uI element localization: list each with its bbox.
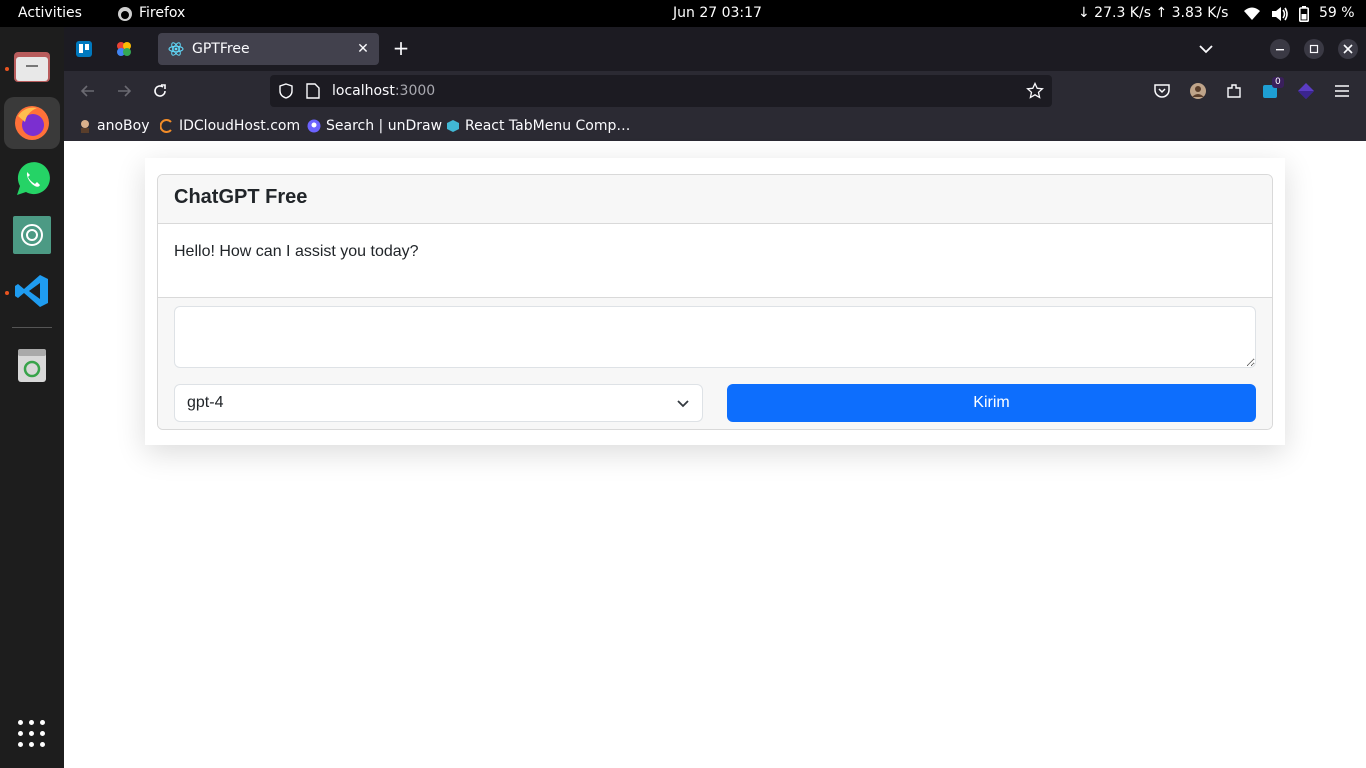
reload-icon — [154, 84, 166, 97]
tab-gptfree[interactable]: GPTFree ✕ — [158, 33, 379, 65]
arrow-left-icon — [80, 85, 94, 97]
puzzle-icon — [1227, 84, 1241, 98]
dock-app-firefox[interactable] — [4, 97, 60, 149]
minimize-button[interactable] — [1270, 39, 1290, 59]
system-tray[interactable]: 59 % — [1243, 0, 1355, 27]
pocket-icon — [1154, 84, 1170, 98]
idcloudhost-favicon — [160, 119, 172, 133]
model-select[interactable]: gpt-4 — [174, 384, 703, 422]
url-port: :3000 — [394, 83, 436, 99]
restore-icon — [1309, 44, 1319, 54]
chatgpt-icon — [13, 216, 51, 254]
dock-app-files[interactable] — [4, 41, 60, 93]
extension-purple[interactable] — [1294, 79, 1318, 103]
show-apps-button[interactable] — [18, 720, 46, 748]
card-footer: gpt-4 Kirim — [158, 297, 1272, 429]
bookmark-react-tabmenu[interactable]: React TabMenu Comp… — [446, 111, 630, 141]
react-icon — [168, 42, 184, 56]
shield-icon[interactable] — [278, 83, 294, 99]
account-button[interactable] — [1186, 79, 1210, 103]
address-bar[interactable]: localhost:3000 — [270, 75, 1052, 107]
page-viewport: ChatGPT Free Hello! How can I assist you… — [64, 141, 1366, 768]
anoboy-favicon — [81, 120, 89, 133]
dock-app-trash[interactable] — [4, 339, 60, 391]
dock-separator — [12, 327, 52, 328]
pinned-tab-trello[interactable] — [68, 33, 100, 65]
menu-button[interactable] — [1330, 79, 1354, 103]
chat-messages: Hello! How can I assist you today? — [158, 224, 1272, 297]
pinwheel-icon — [117, 42, 131, 56]
chevron-down-icon[interactable] — [1194, 39, 1218, 59]
wifi-icon — [1244, 7, 1260, 20]
pinned-tab-photos[interactable] — [108, 33, 140, 65]
chat-card: ChatGPT Free Hello! How can I assist you… — [157, 174, 1273, 430]
close-tab-icon[interactable]: ✕ — [355, 41, 371, 57]
avatar-icon — [1190, 83, 1206, 99]
bookmark-label: IDCloudHost.com — [179, 118, 301, 134]
clock[interactable]: Jun 27 03:17 — [673, 0, 762, 27]
minimize-icon — [1276, 49, 1284, 51]
bookmarks-toolbar: anoBoy IDCloudHost.com Search | unDraw R… — [64, 111, 1366, 141]
battery-percent: 59 % — [1319, 5, 1355, 21]
vscode-icon — [15, 275, 48, 307]
battery-icon — [1299, 5, 1309, 22]
network-speed-indicator[interactable]: ↓ 27.3 K/s ↑ 3.83 K/s — [1078, 0, 1228, 27]
firefox-icon — [15, 106, 49, 140]
dock-app-chatgpt[interactable] — [4, 209, 60, 261]
back-button[interactable] — [76, 79, 100, 103]
page-title: ChatGPT Free — [174, 186, 308, 208]
undraw-favicon — [307, 119, 321, 133]
extension-react-devtools[interactable]: 0 — [1258, 77, 1284, 103]
extensions-button[interactable] — [1222, 79, 1246, 103]
react-tabmenu-favicon — [447, 120, 459, 132]
browser-tab-bar: GPTFree ✕ + — [64, 27, 1366, 71]
bookmark-label: React TabMenu Comp… — [465, 118, 631, 134]
tab-title: GPTFree — [192, 41, 250, 57]
bookmark-label: Search | unDraw — [326, 118, 443, 134]
dock-app-whatsapp[interactable] — [4, 153, 60, 205]
hamburger-icon — [1335, 85, 1349, 97]
bookmark-star-icon[interactable] — [1026, 82, 1044, 100]
url-host: localhost — [332, 83, 395, 99]
whatsapp-icon — [17, 162, 50, 195]
bookmark-idcloudhost[interactable]: IDCloudHost.com — [160, 111, 300, 141]
prompt-input[interactable] — [174, 306, 1256, 368]
app-menu-label: Firefox — [139, 5, 186, 21]
browser-navigation-bar: localhost:3000 0 — [64, 71, 1366, 111]
card-header: ChatGPT Free — [158, 175, 1272, 224]
extension-badge: 0 — [1272, 77, 1284, 88]
trello-icon — [76, 41, 92, 57]
pocket-button[interactable] — [1150, 79, 1174, 103]
bookmark-anoboy[interactable]: anoBoy — [78, 111, 149, 141]
files-icon — [14, 52, 50, 82]
system-top-bar: Activities Firefox Jun 27 03:17 ↓ 27.3 K… — [0, 0, 1366, 27]
activities-button[interactable]: Activities — [18, 0, 82, 27]
new-tab-button[interactable]: + — [390, 37, 412, 59]
bookmark-undraw[interactable]: Search | unDraw — [307, 111, 442, 141]
volume-icon — [1272, 6, 1288, 21]
dock — [0, 27, 64, 768]
chevron-down-icon — [677, 400, 689, 408]
chat-container: ChatGPT Free Hello! How can I assist you… — [145, 158, 1285, 445]
restore-button[interactable] — [1304, 39, 1324, 59]
forward-button[interactable] — [112, 79, 136, 103]
trash-icon — [18, 349, 46, 382]
url-text[interactable]: localhost:3000 — [332, 75, 435, 107]
reload-button[interactable] — [148, 79, 172, 103]
bookmark-label: anoBoy — [97, 118, 150, 134]
dock-app-vscode[interactable] — [4, 265, 60, 317]
app-menu[interactable]: Firefox — [117, 0, 185, 27]
assistant-message: Hello! How can I assist you today? — [174, 243, 419, 260]
page-icon[interactable] — [306, 83, 320, 99]
diamond-icon — [1298, 83, 1314, 99]
close-icon — [1343, 44, 1353, 54]
model-select-value: gpt-4 — [187, 394, 224, 411]
firefox-small-icon — [118, 6, 132, 21]
arrow-right-icon — [118, 85, 132, 97]
send-button[interactable]: Kirim — [727, 384, 1256, 422]
close-window-button[interactable] — [1338, 39, 1358, 59]
